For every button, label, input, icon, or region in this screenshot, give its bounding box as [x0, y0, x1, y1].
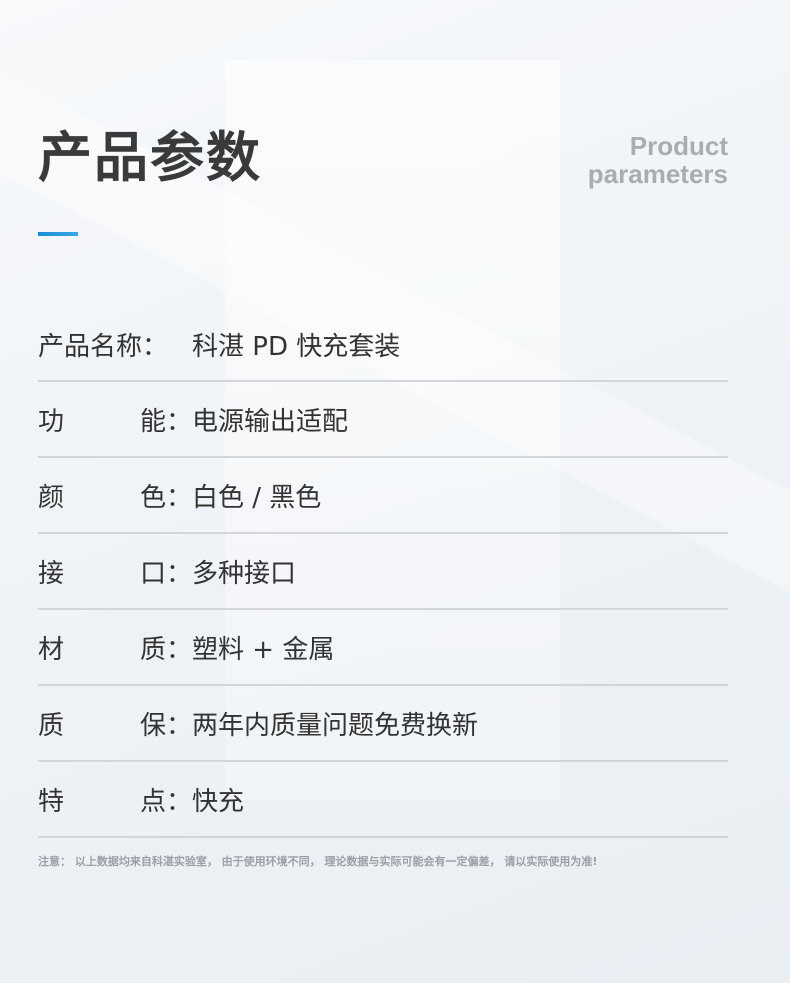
param-label: 功 能： [38, 401, 192, 438]
subtitle-line-1: Product [629, 131, 728, 161]
parameters-table: 产品名称： 科湛 PD 快充套装 功 能： 电源输出适配 颜 色： 白色 / 黑… [38, 308, 728, 838]
param-label-a: 颜 [38, 482, 65, 513]
param-label-a: 质 [38, 710, 65, 741]
param-label: 质 保： [38, 705, 192, 742]
param-value: 快充 [192, 786, 245, 817]
param-row-material: 材 质： 塑料 + 金属 [38, 610, 728, 686]
subtitle-line-2: parameters [587, 159, 728, 189]
param-value: 塑料 + 金属 [192, 634, 335, 665]
param-label: 特 点： [38, 781, 192, 818]
param-label: 产品名称： [38, 326, 192, 363]
param-value: 两年内质量问题免费换新 [192, 710, 479, 741]
param-row-color: 颜 色： 白色 / 黑色 [38, 458, 728, 534]
param-value: 科湛 PD 快充套装 [192, 331, 401, 362]
title-accent-bar [38, 232, 78, 236]
page-subtitle: Product parameters [588, 132, 728, 188]
param-label: 接 口： [38, 553, 192, 590]
param-label-b: 口： [139, 558, 192, 589]
param-label-a: 产品名称： [38, 331, 169, 362]
param-label-a: 功 [38, 406, 65, 437]
param-label-b: 保： [139, 710, 192, 741]
param-label-b: 色： [139, 482, 192, 513]
param-label-a: 特 [38, 786, 65, 817]
param-row-name: 产品名称： 科湛 PD 快充套装 [38, 308, 728, 382]
param-label-b: 质： [139, 634, 192, 665]
param-value: 多种接口 [192, 558, 297, 589]
param-row-feature: 特 点： 快充 [38, 762, 728, 838]
disclaimer-note: 注意： 以上数据均来自科湛实验室， 由于使用环境不同， 理论数据与实际可能会有一… [38, 855, 598, 868]
param-label-b: 点： [139, 786, 192, 817]
param-label-a: 材 [38, 634, 65, 665]
param-value: 白色 / 黑色 [192, 482, 322, 513]
param-label-a: 接 [38, 558, 65, 589]
param-label: 材 质： [38, 629, 192, 666]
page-title: 产品参数 [38, 126, 262, 189]
param-label: 颜 色： [38, 477, 192, 514]
param-row-warranty: 质 保： 两年内质量问题免费换新 [38, 686, 728, 762]
param-value: 电源输出适配 [192, 406, 349, 437]
param-row-interface: 接 口： 多种接口 [38, 534, 728, 610]
param-row-function: 功 能： 电源输出适配 [38, 382, 728, 458]
param-label-b: 能： [139, 406, 192, 437]
